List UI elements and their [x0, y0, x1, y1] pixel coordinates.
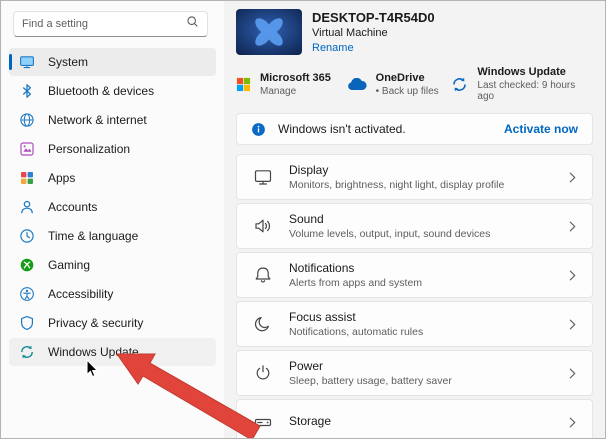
settings-card-notifications[interactable]: Notifications Alerts from apps and syste…	[236, 252, 593, 298]
sidebar-item-label: Gaming	[48, 258, 91, 272]
quick-action-windows-update[interactable]: Windows Update Last checked: 9 hours ago	[451, 66, 593, 102]
onedrive-cloud-icon	[347, 77, 367, 91]
sidebar-item-label: Privacy & security	[48, 316, 144, 330]
rename-link[interactable]: Rename	[312, 42, 435, 54]
settings-card-display[interactable]: Display Monitors, brightness, night ligh…	[236, 154, 593, 200]
network-globe-icon	[19, 112, 35, 128]
search-icon	[186, 15, 199, 33]
settings-card-focus-assist[interactable]: Focus assist Notifications, automatic ru…	[236, 301, 593, 347]
sidebar-item-label: Apps	[48, 171, 76, 185]
sidebar: System Bluetooth & devices Network & int…	[1, 1, 224, 438]
chevron-right-icon	[569, 319, 576, 330]
card-subtitle: Sleep, battery usage, battery saver	[289, 375, 452, 387]
sound-speaker-icon	[253, 216, 273, 236]
chevron-right-icon	[569, 172, 576, 183]
accounts-person-icon	[19, 199, 35, 215]
sidebar-item-apps[interactable]: Apps	[9, 164, 216, 192]
device-type: Virtual Machine	[312, 27, 388, 39]
sidebar-item-accounts[interactable]: Accounts	[9, 193, 216, 221]
microsoft-logo-icon	[236, 77, 251, 92]
sidebar-item-privacy-security[interactable]: Privacy & security	[9, 309, 216, 337]
chevron-right-icon	[569, 270, 576, 281]
sidebar-item-label: Windows Update	[48, 345, 139, 359]
power-icon	[253, 363, 273, 383]
activation-banner: Windows isn't activated. Activate now	[236, 113, 593, 145]
card-subtitle: Alerts from apps and system	[289, 277, 423, 289]
card-title: Power	[289, 359, 324, 373]
accessibility-icon	[19, 286, 35, 302]
sidebar-item-windows-update[interactable]: Windows Update	[9, 338, 216, 366]
main-content: DESKTOP-T4R54D0 Virtual Machine Rename M…	[224, 1, 605, 438]
activation-message: Windows isn't activated.	[278, 122, 406, 136]
quick-actions-row: Microsoft 365 Manage OneDrive • Back up …	[236, 66, 593, 102]
card-subtitle: Volume levels, output, input, sound devi…	[289, 228, 491, 240]
sidebar-item-accessibility[interactable]: Accessibility	[9, 280, 216, 308]
device-info: DESKTOP-T4R54D0 Virtual Machine Rename	[312, 9, 435, 55]
sidebar-item-label: Accessibility	[48, 287, 114, 301]
sidebar-item-gaming[interactable]: Gaming	[9, 251, 216, 279]
sidebar-item-label: Bluetooth & devices	[48, 84, 155, 98]
display-icon	[253, 167, 273, 187]
device-wallpaper-thumbnail	[236, 9, 302, 55]
sidebar-item-time-language[interactable]: Time & language	[9, 222, 216, 250]
activate-now-link[interactable]: Activate now	[504, 122, 578, 136]
quick-action-subtitle: Manage	[260, 85, 297, 97]
storage-drive-icon	[253, 412, 273, 432]
sidebar-item-system[interactable]: System	[9, 48, 216, 76]
search-input[interactable]	[22, 18, 186, 30]
quick-action-title: Windows Update	[477, 66, 566, 78]
quick-action-title: OneDrive	[375, 71, 425, 84]
sidebar-item-label: Network & internet	[48, 113, 147, 127]
quick-action-microsoft-365[interactable]: Microsoft 365 Manage	[236, 69, 347, 99]
card-title: Storage	[289, 414, 332, 428]
card-title: Display	[289, 163, 329, 177]
sidebar-item-personalization[interactable]: Personalization	[9, 135, 216, 163]
settings-card-storage[interactable]: Storage	[236, 399, 593, 438]
settings-card-sound[interactable]: Sound Volume levels, output, input, soun…	[236, 203, 593, 249]
card-title: Notifications	[289, 261, 355, 275]
personalization-icon	[19, 141, 35, 157]
device-name: DESKTOP-T4R54D0	[312, 10, 435, 25]
clock-icon	[19, 228, 35, 244]
system-icon	[19, 54, 35, 70]
shield-icon	[19, 315, 35, 331]
windows-update-icon	[19, 344, 35, 360]
bell-icon	[253, 265, 273, 285]
card-title: Sound	[289, 212, 324, 226]
quick-action-subtitle: Last checked: 9 hours ago	[477, 80, 576, 102]
card-title: Focus assist	[289, 310, 356, 324]
sidebar-item-label: Accounts	[48, 200, 98, 214]
settings-card-power[interactable]: Power Sleep, battery usage, battery save…	[236, 350, 593, 396]
bluetooth-icon	[19, 83, 35, 99]
quick-action-title: Microsoft 365	[260, 71, 331, 84]
sidebar-item-label: Personalization	[48, 142, 131, 156]
sidebar-item-bluetooth-devices[interactable]: Bluetooth & devices	[9, 77, 216, 105]
chevron-right-icon	[569, 221, 576, 232]
sidebar-item-label: System	[48, 55, 89, 69]
chevron-right-icon	[569, 417, 576, 428]
sidebar-item-label: Time & language	[48, 229, 139, 243]
apps-grid-icon	[19, 170, 35, 186]
settings-window: System Bluetooth & devices Network & int…	[0, 0, 606, 439]
search-box[interactable]	[13, 11, 208, 37]
sidebar-item-network-internet[interactable]: Network & internet	[9, 106, 216, 134]
card-subtitle: Notifications, automatic rules	[289, 326, 424, 338]
sidebar-nav: System Bluetooth & devices Network & int…	[1, 48, 224, 366]
windows-update-status-icon	[451, 76, 468, 93]
xbox-gaming-icon	[19, 257, 35, 273]
quick-action-subtitle: • Back up files	[375, 85, 439, 97]
quick-action-onedrive[interactable]: OneDrive • Back up files	[347, 69, 452, 99]
card-subtitle: Monitors, brightness, night light, displ…	[289, 179, 505, 191]
chevron-right-icon	[569, 368, 576, 379]
device-header: DESKTOP-T4R54D0 Virtual Machine Rename	[236, 9, 593, 55]
info-icon	[251, 122, 266, 137]
crescent-moon-icon	[253, 314, 273, 334]
